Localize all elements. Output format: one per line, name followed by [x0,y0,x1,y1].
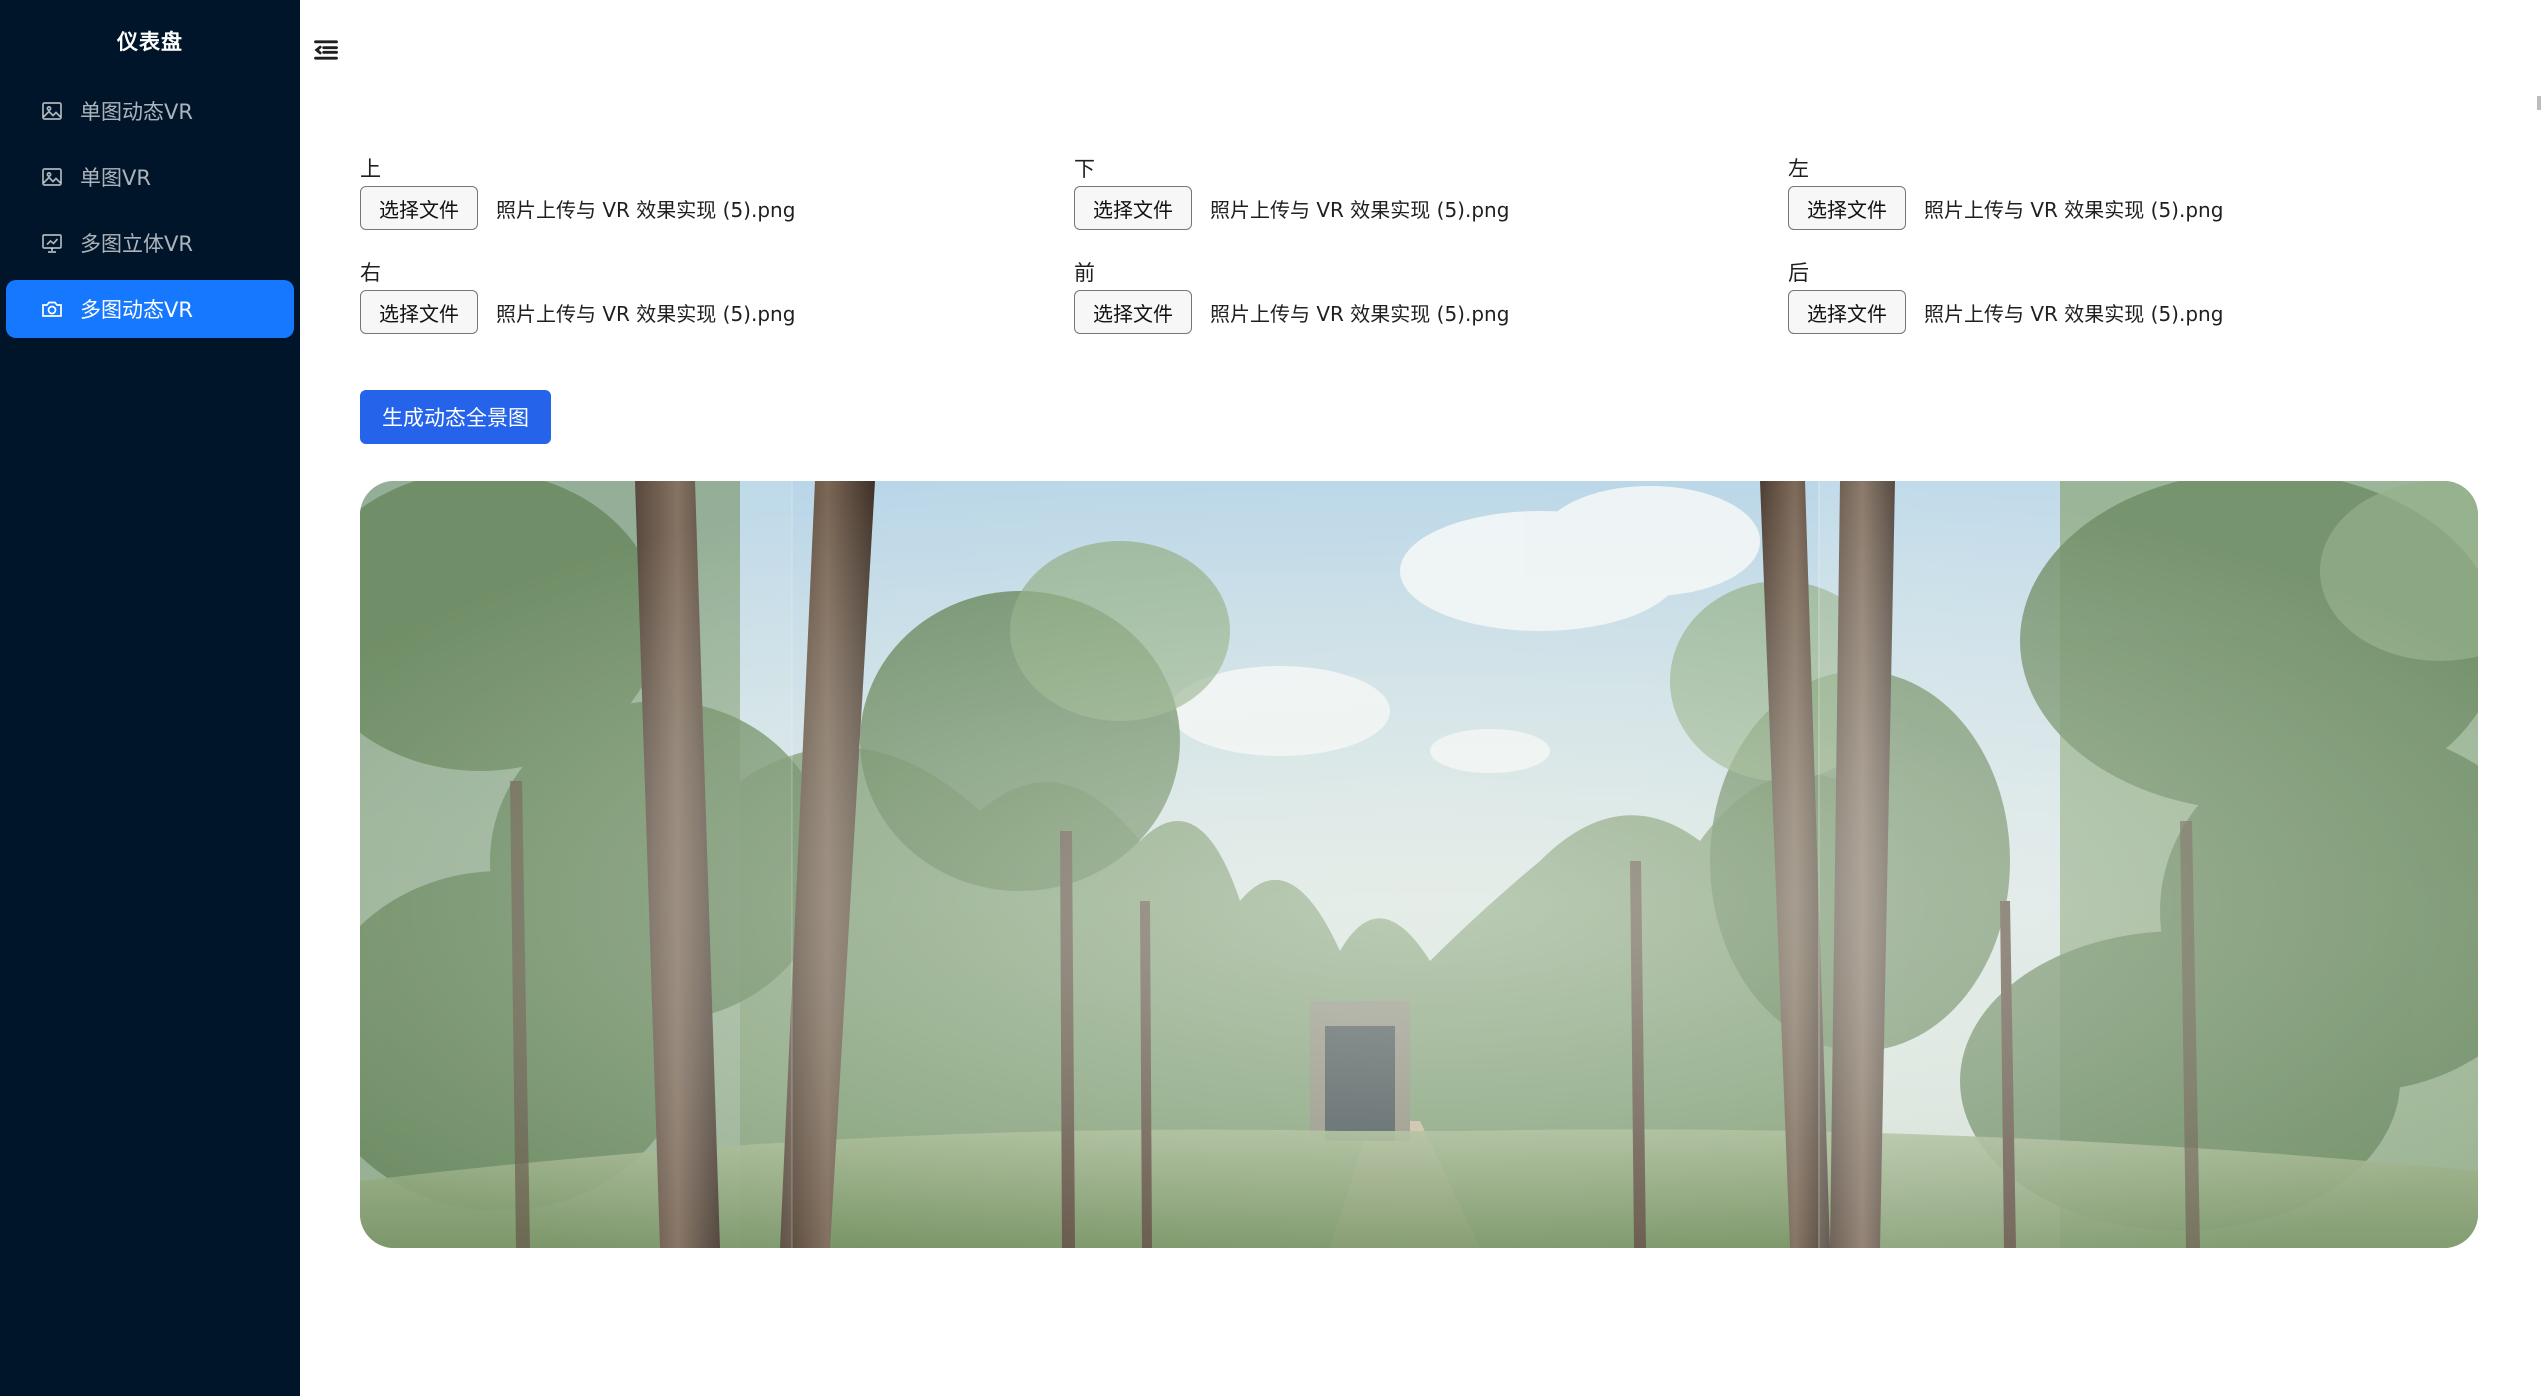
menu-fold-button[interactable] [308,32,344,68]
sidebar-item-label: 多图立体VR [80,232,193,256]
sidebar-item-label: 单图动态VR [80,100,193,124]
camera-icon [40,297,64,321]
image-icon [40,99,64,123]
choose-file-button[interactable]: 选择文件 [1074,186,1192,230]
generate-panorama-button[interactable]: 生成动态全景图 [360,390,551,444]
upload-field-front: 前 选择文件 照片上传与 VR 效果实现 (5).png [1074,259,1788,347]
upload-field-right: 右 选择文件 照片上传与 VR 效果实现 (5).png [360,259,1074,347]
sidebar-item-single-vr[interactable]: 单图VR [6,148,294,206]
field-label: 右 [360,261,381,285]
file-input-row: 选择文件 照片上传与 VR 效果实现 (5).png [360,186,1074,230]
sidebar-item-label: 多图动态VR [80,298,193,322]
file-input-row: 选择文件 照片上传与 VR 效果实现 (5).png [1788,186,2478,230]
sidebar-item-single-dynamic-vr[interactable]: 单图动态VR [6,82,294,140]
sidebar-title: 仪表盘 [117,30,183,54]
upload-field-bottom: 下 选择文件 照片上传与 VR 效果实现 (5).png [1074,155,1788,243]
choose-file-button[interactable]: 选择文件 [1788,186,1906,230]
field-label: 前 [1074,261,1095,285]
selected-file-name: 照片上传与 VR 效果实现 (5).png [496,301,796,326]
upload-field-back: 后 选择文件 照片上传与 VR 效果实现 (5).png [1788,259,2478,347]
sidebar-item-multi-dynamic-vr[interactable]: 多图动态VR [6,280,294,338]
field-label: 左 [1788,157,1809,181]
app-root: 仪表盘 单图动态VR 单图VR 多图立体VR 多图动态VR 上 选择文件 照片上… [0,0,2541,1396]
image-icon [40,165,64,189]
choose-file-button[interactable]: 选择文件 [1074,290,1192,334]
file-input-row: 选择文件 照片上传与 VR 效果实现 (5).png [1074,186,1788,230]
field-label: 下 [1074,157,1095,181]
choose-file-button[interactable]: 选择文件 [1788,290,1906,334]
choose-file-button[interactable]: 选择文件 [360,290,478,334]
upload-field-left: 左 选择文件 照片上传与 VR 效果实现 (5).png [1788,155,2478,243]
top-header [300,0,2541,100]
file-input-row: 选择文件 照片上传与 VR 效果实现 (5).png [1074,290,1788,334]
scrollbar[interactable] [2537,96,2541,110]
choose-file-button[interactable]: 选择文件 [360,186,478,230]
chart-board-icon [40,231,64,255]
field-label: 后 [1788,261,1809,285]
file-input-row: 选择文件 照片上传与 VR 效果实现 (5).png [360,290,1074,334]
selected-file-name: 照片上传与 VR 效果实现 (5).png [496,197,796,222]
main-content: 上 选择文件 照片上传与 VR 效果实现 (5).png 下 选择文件 照片上传… [360,155,2478,444]
file-input-row: 选择文件 照片上传与 VR 效果实现 (5).png [1788,290,2478,334]
selected-file-name: 照片上传与 VR 效果实现 (5).png [1924,301,2224,326]
menu-fold-icon [314,40,338,60]
selected-file-name: 照片上传与 VR 效果实现 (5).png [1210,197,1510,222]
upload-field-top: 上 选择文件 照片上传与 VR 效果实现 (5).png [360,155,1074,243]
field-label: 上 [360,157,381,181]
upload-grid: 上 选择文件 照片上传与 VR 效果实现 (5).png 下 选择文件 照片上传… [360,155,2478,347]
panorama-image[interactable] [360,481,2478,1248]
sidebar: 仪表盘 单图动态VR 单图VR 多图立体VR 多图动态VR [0,0,300,1396]
panorama-viewer[interactable] [360,481,2478,1248]
selected-file-name: 照片上传与 VR 效果实现 (5).png [1924,197,2224,222]
sidebar-item-label: 单图VR [80,166,151,190]
sidebar-item-multi-stereo-vr[interactable]: 多图立体VR [6,214,294,272]
selected-file-name: 照片上传与 VR 效果实现 (5).png [1210,301,1510,326]
sidebar-menu: 单图动态VR 单图VR 多图立体VR 多图动态VR [0,82,300,338]
